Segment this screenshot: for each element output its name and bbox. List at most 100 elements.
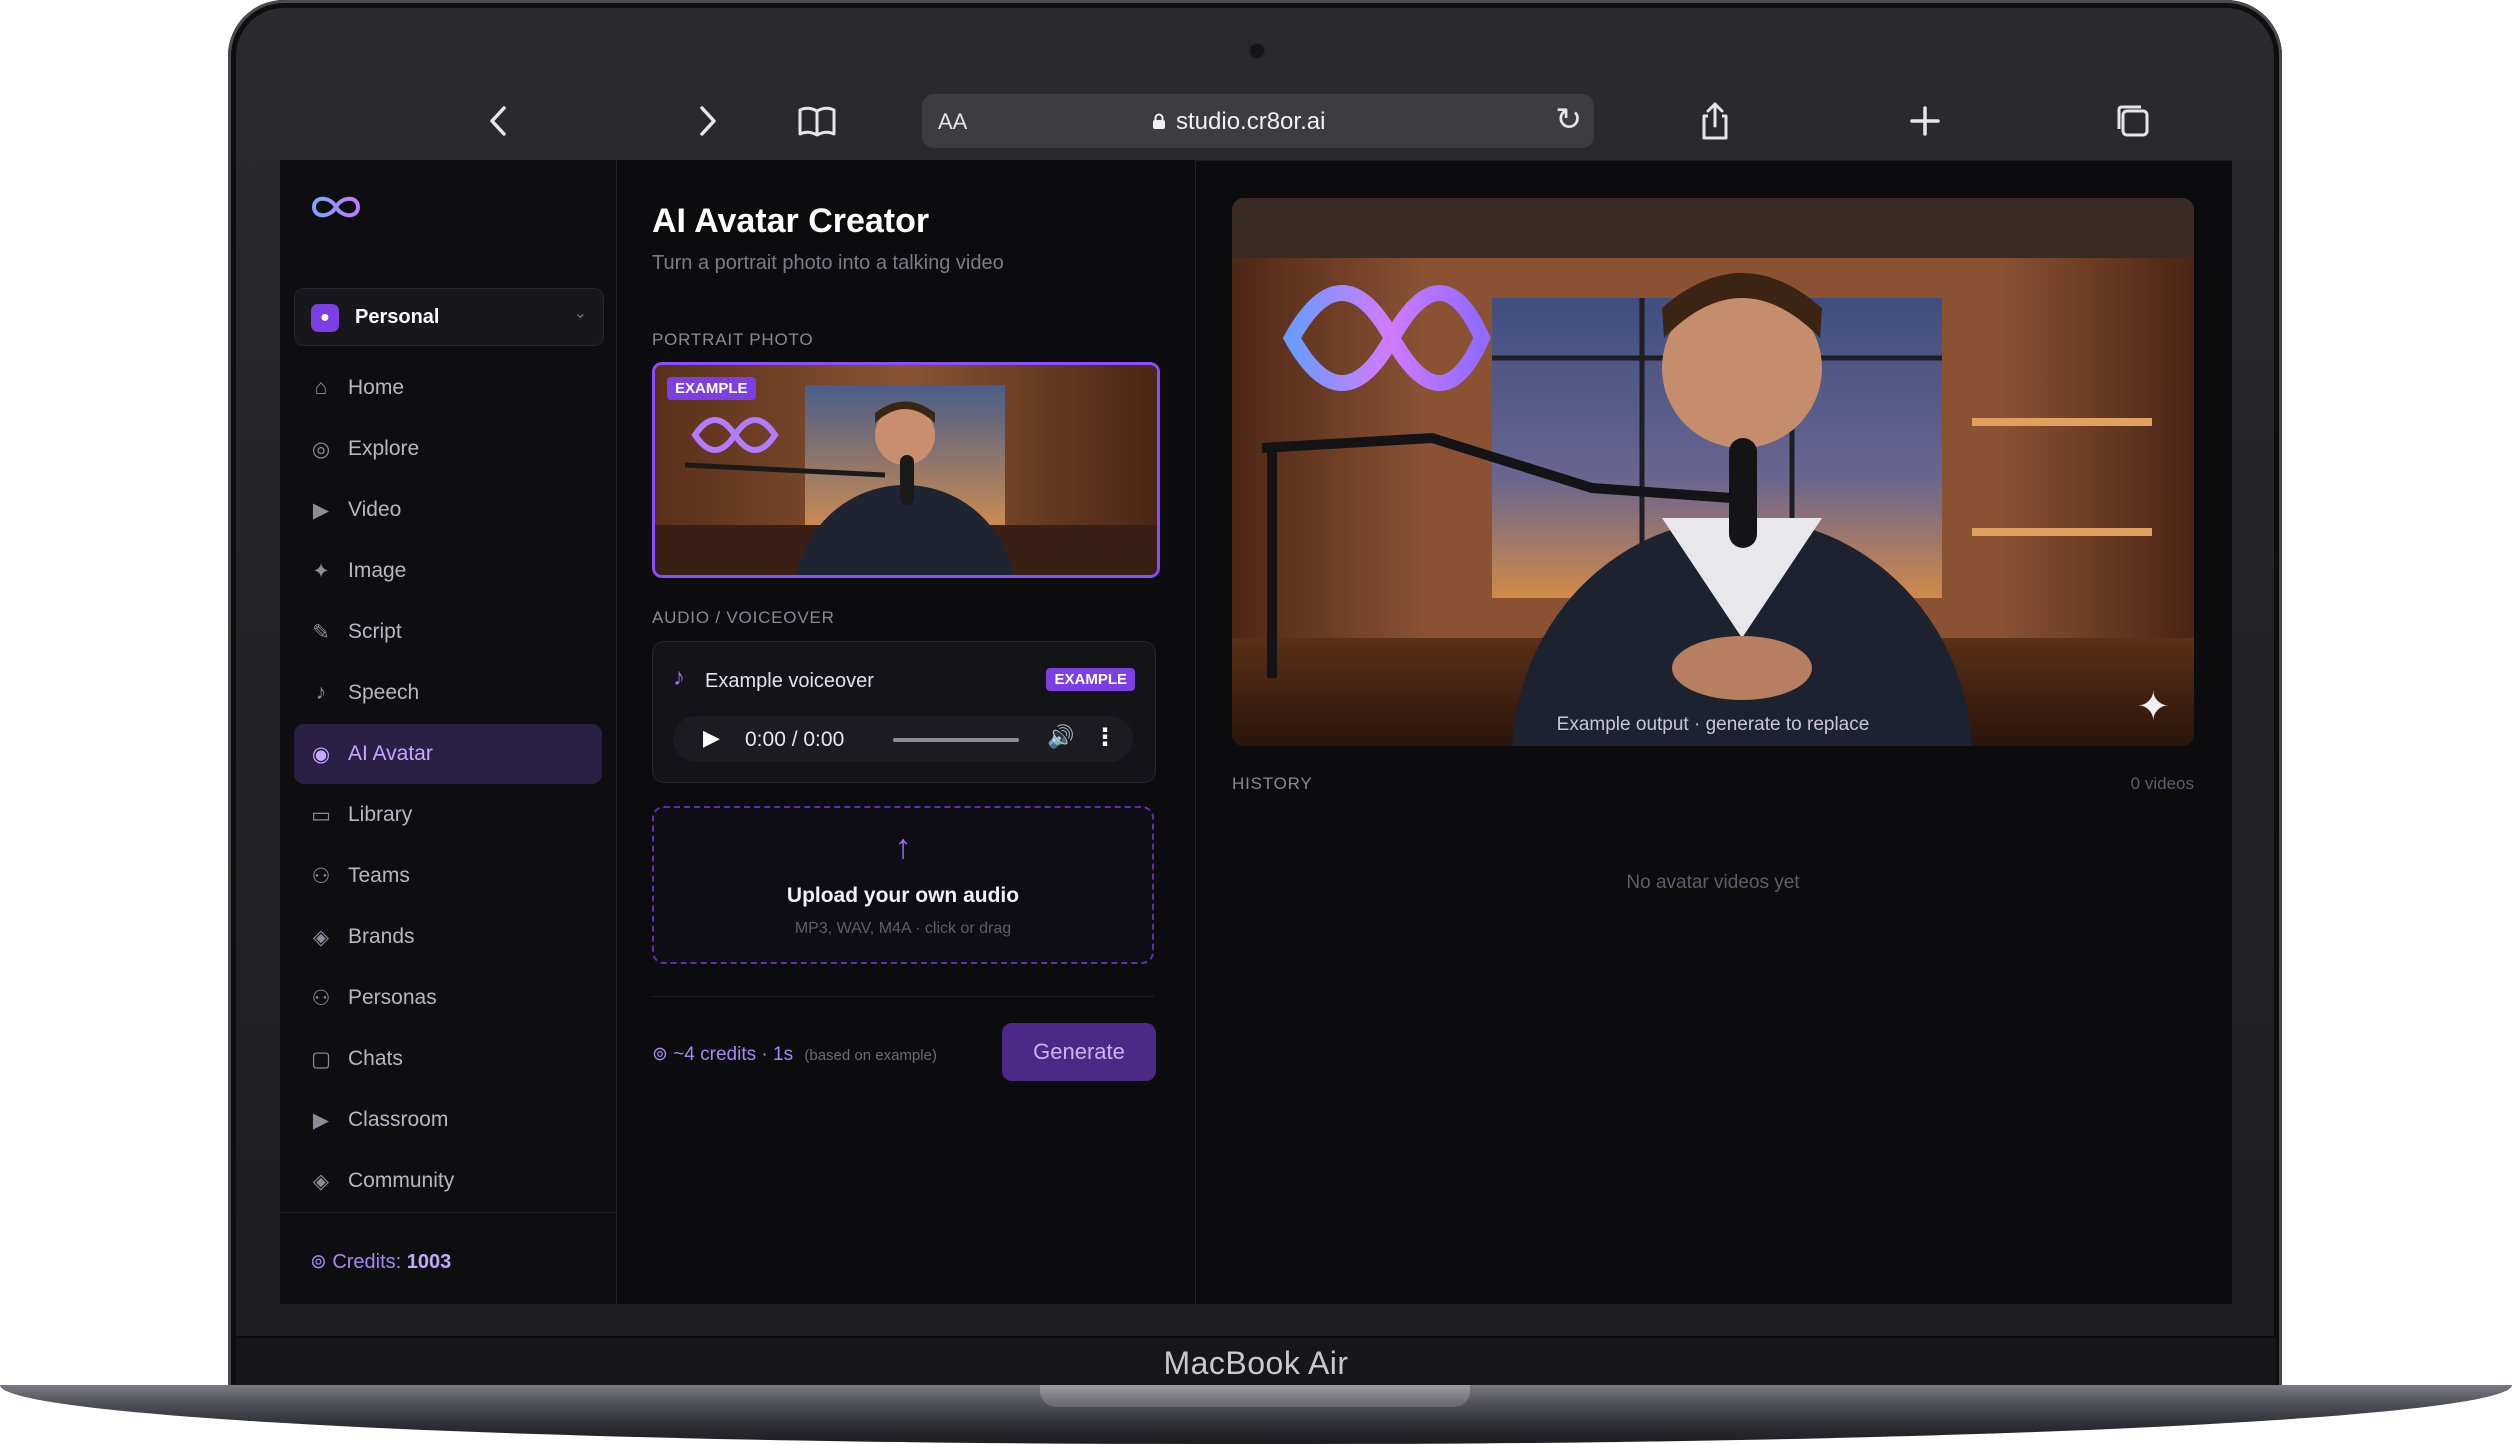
volume-icon[interactable]: 🔊 xyxy=(1047,724,1074,750)
portrait-section-label: PORTRAIT PHOTO xyxy=(652,330,814,349)
page-title: AI Avatar Creator xyxy=(652,202,930,240)
workspace-label: Personal xyxy=(355,306,440,328)
pencil-icon: ✎ xyxy=(312,620,330,644)
diamond-icon: ◈ xyxy=(312,1169,330,1193)
play-icon: ▶ xyxy=(312,498,330,522)
sparkle-icon: ✦ xyxy=(312,559,330,583)
voiceover-name: Example voiceover xyxy=(705,670,874,692)
music-note-icon: ♪ xyxy=(315,681,327,704)
sidebar-item-label: Video xyxy=(348,498,402,521)
camera xyxy=(1250,44,1264,58)
example-tag: EXAMPLE xyxy=(1046,668,1135,691)
divider xyxy=(652,996,1154,997)
text-size-button[interactable]: AA xyxy=(938,109,967,135)
sidebar-item-label: Personas xyxy=(348,986,437,1009)
voiceover-card: ♪ Example voiceover EXAMPLE ▶ 0:00 / 0:0… xyxy=(652,641,1156,783)
sidebar-item-label: Explore xyxy=(348,437,420,460)
sidebar-item-label: Classroom xyxy=(348,1108,449,1131)
book-icon: ▭ xyxy=(311,803,331,827)
avatar-icon: ◉ xyxy=(311,742,331,766)
play-icon[interactable]: ▶ xyxy=(703,725,720,751)
preview-image xyxy=(1232,198,2194,746)
progress-slider[interactable] xyxy=(893,738,1019,742)
sidebar-item-label: Speech xyxy=(348,681,420,704)
new-tab-icon[interactable] xyxy=(1902,98,1948,144)
infinity-logo-icon[interactable] xyxy=(308,190,364,224)
more-options-icon[interactable]: ⋮ xyxy=(1093,723,1117,752)
sidebar-item-chats[interactable]: ▢ Chats xyxy=(294,1029,602,1089)
sidebar-item-script[interactable]: ✎ Script xyxy=(294,602,602,662)
sidebar-item-label: Library xyxy=(348,803,413,826)
history-label: HISTORY xyxy=(1232,774,1313,793)
chevron-down-icon: ⌄ xyxy=(573,305,587,322)
sidebar-item-label: Script xyxy=(348,620,402,643)
workspace-icon: ● xyxy=(311,304,339,332)
coin-icon: ⊚ xyxy=(310,1251,327,1273)
sidebar-item-explore[interactable]: ◎ Explore xyxy=(294,419,602,479)
cost-estimate: ⊚ ~4 credits · 1s (based on example) xyxy=(652,1043,937,1066)
sidebar-item-personas[interactable]: ⚇ Personas xyxy=(294,968,602,1028)
cost-duration: 1s xyxy=(773,1044,794,1065)
history-count: 0 videos xyxy=(2130,774,2194,793)
sidebar-item-label: Teams xyxy=(348,864,410,887)
sidebar-item-community[interactable]: ◈ Community xyxy=(294,1151,602,1211)
generate-button[interactable]: Generate xyxy=(1002,1023,1156,1081)
sidebar: ● Personal ⌄ ⌂ Home ◎ Explore ▶ Video ✦ Imag… xyxy=(280,160,617,1304)
audio-section-label: AUDIO / VOICEOVER xyxy=(652,608,835,627)
sidebar-item-home[interactable]: ⌂ Home xyxy=(294,358,602,418)
compass-icon: ◎ xyxy=(311,437,331,461)
sidebar-item-image[interactable]: ✦ Image xyxy=(294,541,602,601)
screen: AA studio.cr8or.ai ↻ ● Personal ⌄ ⌂ Home … xyxy=(280,82,2232,1304)
music-note-icon: ♪ xyxy=(673,664,685,691)
chat-bubble-icon: ▢ xyxy=(311,1047,331,1071)
credits-label: Credits: xyxy=(332,1251,402,1273)
upload-audio-dropzone[interactable]: ↑ Upload your own audio MP3, WAV, M4A · … xyxy=(652,806,1154,964)
page-subtitle: Turn a portrait photo into a talking vid… xyxy=(652,252,1004,274)
portrait-photo[interactable]: EXAMPLE xyxy=(652,362,1160,578)
play-icon: ▶ xyxy=(312,1108,330,1132)
sidebar-item-brands[interactable]: ◈ Brands xyxy=(294,907,602,967)
sidebar-item-teams[interactable]: ⚇ Teams xyxy=(294,846,602,906)
history-empty-state: No avatar videos yet xyxy=(1626,872,1800,893)
reload-icon[interactable]: ↻ xyxy=(1555,100,1582,138)
sidebar-item-video[interactable]: ▶ Video xyxy=(294,480,602,540)
coin-icon: ⊚ xyxy=(652,1044,668,1065)
upload-hint: MP3, WAV, M4A · click or drag xyxy=(794,920,1012,937)
sidebar-item-label: Home xyxy=(348,376,405,399)
example-tag: EXAMPLE xyxy=(667,377,756,400)
laptop-hinge-notch xyxy=(1040,1385,1470,1407)
lock-icon xyxy=(1153,113,1165,129)
users-icon: ⚇ xyxy=(311,986,331,1010)
credits-balance[interactable]: ⊚ Credits: 1003 xyxy=(310,1249,451,1274)
browser-toolbar: AA studio.cr8or.ai ↻ xyxy=(280,82,2232,161)
home-icon: ⌂ xyxy=(314,376,328,399)
tabs-icon[interactable] xyxy=(2110,98,2156,144)
sidebar-item-ai-avatar[interactable]: ◉ AI Avatar xyxy=(294,724,602,784)
sidebar-item-label: Chats xyxy=(348,1047,403,1070)
sidebar-item-classroom[interactable]: ▶ Classroom xyxy=(294,1090,602,1150)
address-bar[interactable]: AA studio.cr8or.ai ↻ xyxy=(922,94,1594,148)
upload-arrow-icon: ↑ xyxy=(894,828,912,866)
forward-icon[interactable] xyxy=(684,98,730,144)
sidebar-item-label: Community xyxy=(348,1169,455,1192)
sidebar-item-speech[interactable]: ♪ Speech xyxy=(294,663,602,723)
credits-value: 1003 xyxy=(406,1251,452,1273)
back-icon[interactable] xyxy=(476,98,522,144)
output-panel: Example output · generate to replace ✦ H… xyxy=(1196,160,2232,1304)
users-icon: ⚇ xyxy=(311,864,331,888)
sparkle-icon: ✦ xyxy=(2136,685,2170,729)
creator-panel: AI Avatar Creator Turn a portrait photo … xyxy=(617,160,1196,1304)
upload-title: Upload your own audio xyxy=(786,884,1020,907)
sidebar-item-label: Brands xyxy=(348,925,415,948)
sidebar-item-label: Image xyxy=(348,559,407,582)
sidebar-item-library[interactable]: ▭ Library xyxy=(294,785,602,845)
video-preview[interactable]: Example output · generate to replace ✦ xyxy=(1232,198,2194,746)
bookmarks-icon[interactable] xyxy=(794,98,840,144)
cost-note: (based on example) xyxy=(804,1047,937,1064)
credits-footer: ⊚ Credits: 1003 xyxy=(280,1212,616,1273)
share-icon[interactable] xyxy=(1692,98,1738,144)
audio-player: ▶ 0:00 / 0:00 🔊 ⋮ xyxy=(673,716,1133,762)
workspace-selector[interactable]: ● Personal ⌄ xyxy=(294,288,604,346)
sidebar-item-label: AI Avatar xyxy=(348,742,433,765)
cost-credits: ~4 credits xyxy=(673,1044,757,1065)
